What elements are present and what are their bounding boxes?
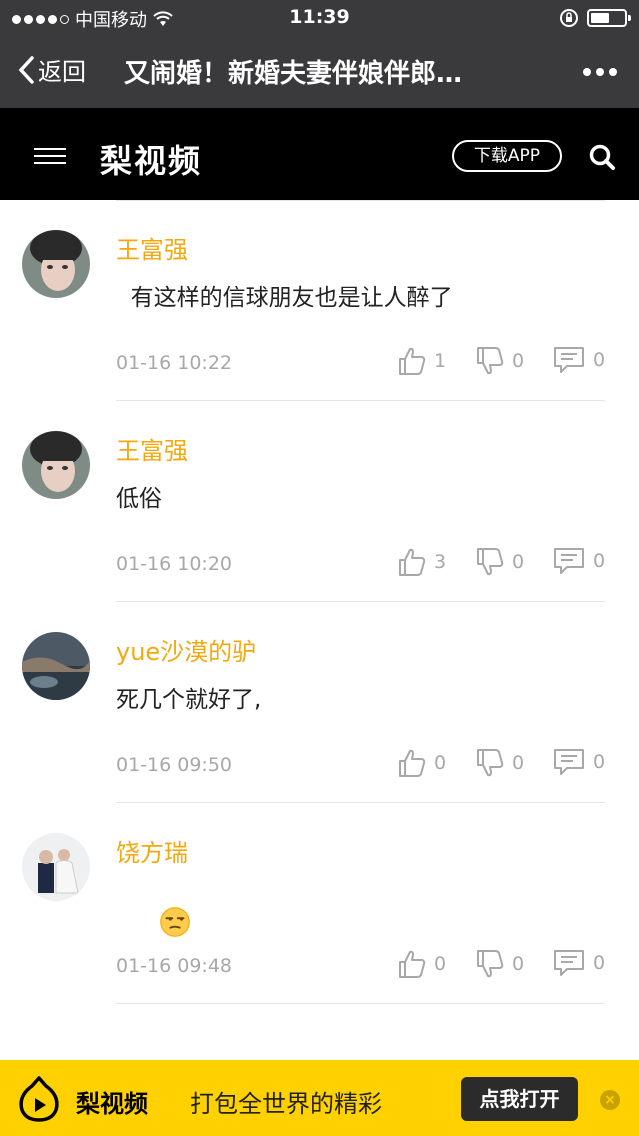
- reply-button[interactable]: 0: [553, 547, 605, 575]
- username[interactable]: yue沙漠的驴: [116, 632, 256, 667]
- thumbs-down-icon: [477, 347, 504, 375]
- reply-count: 0: [593, 550, 606, 572]
- orientation-lock-icon: [560, 9, 578, 27]
- comment-icon: [554, 749, 584, 775]
- download-app-button[interactable]: 下载APP: [452, 140, 562, 172]
- comment-icon: [554, 548, 584, 574]
- menu-icon[interactable]: [34, 148, 66, 164]
- like-count: 1: [434, 350, 447, 372]
- comment-time: 01-16 09:50: [116, 754, 233, 776]
- back-label: 返回: [38, 58, 86, 86]
- reply-count: 0: [593, 952, 606, 974]
- like-button[interactable]: 0: [398, 949, 446, 979]
- dislike-button[interactable]: 0: [476, 547, 524, 577]
- thumbs-up-icon: [399, 548, 426, 576]
- username[interactable]: 王富强: [116, 230, 188, 265]
- username[interactable]: 王富强: [116, 431, 188, 466]
- dislike-count: 0: [512, 953, 525, 975]
- unamused-face-emoji: [159, 907, 190, 937]
- dislike-button[interactable]: 0: [476, 346, 524, 376]
- comment-icon: [554, 347, 584, 373]
- thumbs-down-icon: [477, 749, 504, 777]
- divider: [116, 1003, 605, 1004]
- reply-button[interactable]: 0: [553, 949, 605, 977]
- avatar[interactable]: [22, 833, 90, 901]
- reply-count: 0: [593, 751, 606, 773]
- dislike-button[interactable]: 0: [476, 748, 524, 778]
- app-header: 梨视频 下载APP: [0, 108, 639, 200]
- comment-item: 王富强 有这样的信球朋友也是让人醉了 01-16 10:22 1 0 0: [0, 200, 639, 401]
- thumbs-up-icon: [399, 347, 426, 375]
- brand-logo-text: 梨视频: [100, 142, 203, 180]
- comment-item: 饶方瑞 01-16 09:48 0 0 0: [0, 803, 639, 1004]
- comment-time: 01-16 10:20: [116, 553, 233, 575]
- comment-item: 王富强 低俗 01-16 10:20 3 0 0: [0, 401, 639, 602]
- like-button[interactable]: 0: [398, 748, 446, 778]
- page-title: 又闹婚！新婚夫妻伴娘伴郎…: [124, 59, 463, 89]
- comment-text: 死几个就好了,: [116, 687, 262, 713]
- avatar[interactable]: [22, 230, 90, 298]
- reply-button[interactable]: 0: [553, 346, 605, 374]
- clock: 11:39: [289, 6, 350, 28]
- like-count: 0: [434, 752, 447, 774]
- more-options-button[interactable]: [583, 68, 617, 76]
- banner-slogan: 打包全世界的精彩: [190, 1090, 382, 1118]
- like-count: 0: [434, 953, 447, 975]
- username[interactable]: 饶方瑞: [116, 833, 188, 868]
- like-count: 3: [434, 551, 447, 573]
- dislike-button[interactable]: 0: [476, 949, 524, 979]
- comment-text: 低俗: [116, 486, 162, 512]
- back-button[interactable]: 返回: [16, 52, 86, 87]
- dislike-count: 0: [512, 752, 525, 774]
- wechat-nav-bar: 返回 又闹婚！新婚夫妻伴娘伴郎…: [0, 36, 639, 108]
- thumbs-down-icon: [477, 950, 504, 978]
- open-app-button[interactable]: 点我打开: [461, 1077, 578, 1121]
- comment-time: 01-16 09:48: [116, 955, 233, 977]
- reply-count: 0: [593, 349, 606, 371]
- dislike-count: 0: [512, 350, 525, 372]
- comment-item: yue沙漠的驴 死几个就好了, 01-16 09:50 0 0 0: [0, 602, 639, 803]
- chevron-left-icon: [18, 55, 34, 84]
- comment-text: 有这样的信球朋友也是让人醉了: [116, 285, 453, 311]
- top-bar: 中国移动 11:39 返回 又闹婚！新婚夫妻伴娘伴郎…: [0, 0, 639, 108]
- open-app-banner[interactable]: 梨视频 打包全世界的精彩 点我打开 ×: [0, 1060, 639, 1136]
- close-icon[interactable]: ×: [600, 1090, 620, 1110]
- thumbs-up-icon: [399, 749, 426, 777]
- avatar[interactable]: [22, 632, 90, 700]
- reply-button[interactable]: 0: [553, 748, 605, 776]
- dislike-count: 0: [512, 551, 525, 573]
- comment-time: 01-16 10:22: [116, 352, 233, 374]
- comment-icon: [554, 950, 584, 976]
- like-button[interactable]: 3: [398, 547, 446, 577]
- avatar[interactable]: [22, 431, 90, 499]
- status-bar: 中国移动 11:39: [0, 0, 639, 36]
- thumbs-up-icon: [399, 950, 426, 978]
- search-icon[interactable]: [588, 143, 616, 171]
- banner-brand: 梨视频: [76, 1090, 148, 1118]
- pear-logo-icon: [19, 1076, 59, 1122]
- thumbs-down-icon: [477, 548, 504, 576]
- like-button[interactable]: 1: [398, 346, 446, 376]
- battery-icon: [587, 9, 631, 27]
- comment-list: 王富强 有这样的信球朋友也是让人醉了 01-16 10:22 1 0 0 王富强…: [0, 200, 639, 1004]
